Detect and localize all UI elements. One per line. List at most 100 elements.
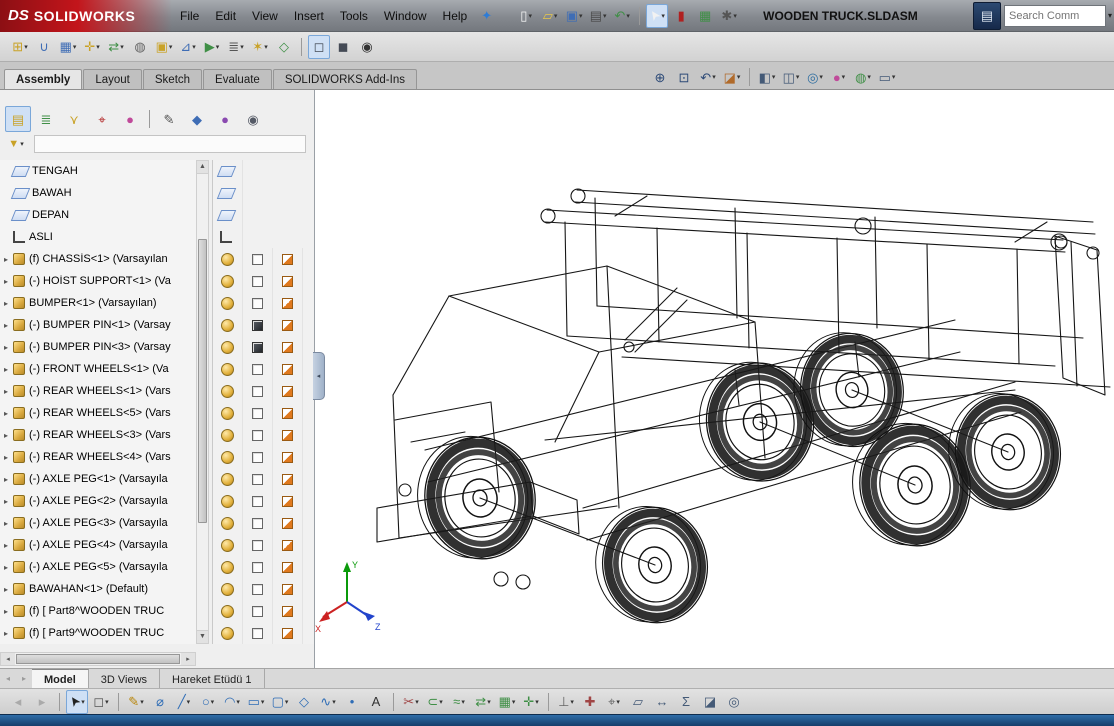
display-pane-cell[interactable] — [273, 556, 303, 578]
display-pane-row[interactable] — [213, 446, 314, 468]
tree-item[interactable]: ASLI — [0, 226, 196, 248]
shaded-display-icon[interactable]: ◼ — [332, 35, 354, 59]
display-pane-row[interactable] — [213, 424, 314, 446]
expand-arrow-icon[interactable]: ▸ — [0, 255, 12, 264]
display-style-icon[interactable]: ◫ ▾ — [780, 65, 802, 89]
display-pane-cell[interactable] — [273, 336, 303, 358]
display-pane-cell[interactable] — [243, 512, 273, 534]
save-icon[interactable]: ▣ ▾ — [563, 4, 585, 28]
display-pane-cell[interactable] — [213, 578, 243, 600]
quick-snaps-icon[interactable]: ⌖ ▾ — [603, 690, 625, 714]
scroll-right-icon[interactable]: ▸ — [181, 653, 195, 665]
expand-arrow-icon[interactable]: ▸ — [0, 365, 12, 374]
dimxpertmanager-icon[interactable]: ⌖ — [89, 106, 115, 132]
wheel[interactable] — [587, 497, 717, 632]
display-pane-cell[interactable] — [213, 336, 243, 358]
expand-arrow-icon[interactable]: ▸ — [0, 321, 12, 330]
section-view-icon[interactable]: ◪ ▾ — [721, 65, 743, 89]
polygon-icon[interactable]: ◇ — [293, 690, 315, 714]
display-pane-row[interactable] — [213, 226, 314, 248]
mate-icon[interactable]: ∪ — [33, 35, 55, 59]
filter-icon[interactable]: ▼ ▾ — [5, 132, 27, 156]
display-pane-row[interactable] — [213, 358, 314, 380]
display-pane-cell[interactable] — [243, 578, 273, 600]
display-pane-cell[interactable] — [243, 402, 273, 424]
display-pane-cell[interactable] — [273, 270, 303, 292]
zoom-to-area-icon[interactable]: ⊡ — [673, 65, 695, 89]
display-pane-row[interactable] — [213, 270, 314, 292]
sketch-icon[interactable]: ✎ ▾ — [125, 690, 147, 714]
search-dropdown-icon[interactable]: ▾ — [1108, 11, 1112, 20]
select-tool-icon[interactable]: ➤ ▾ — [65, 689, 88, 714]
display-pane-row[interactable] — [213, 468, 314, 490]
view-orientation-icon[interactable]: ◧ ▾ — [756, 65, 778, 89]
display-pane-cell[interactable] — [213, 248, 243, 270]
display-pane-cell[interactable] — [243, 424, 273, 446]
solid-body-icon[interactable]: ◆ — [184, 106, 210, 132]
tree-item[interactable]: ▸ (f) [ Part8^WOODEN TRUC — [0, 600, 196, 622]
propertymanager-icon[interactable]: ≣ — [33, 106, 59, 132]
display-pane-cell[interactable] — [213, 600, 243, 622]
menu-edit[interactable]: Edit — [207, 9, 244, 23]
graphics-area[interactable]: X Y Z — [315, 90, 1114, 668]
display-pane-cell[interactable] — [243, 292, 273, 314]
display-pane-cell[interactable] — [213, 380, 243, 402]
panel-collapse-handle[interactable]: ◂ — [313, 352, 325, 400]
display-pane-cell[interactable] — [213, 160, 243, 182]
display-pane-cell[interactable] — [273, 512, 303, 534]
expand-arrow-icon[interactable]: ▸ — [0, 431, 12, 440]
display-pane-cell[interactable] — [213, 534, 243, 556]
undo-icon[interactable]: ↶ ▾ — [611, 4, 633, 28]
display-pane-cell[interactable] — [213, 468, 243, 490]
display-pane-cell[interactable] — [273, 490, 303, 512]
expand-arrow-icon[interactable]: ▸ — [0, 629, 12, 638]
smart-fasteners-icon[interactable]: ✛ ▾ — [81, 35, 103, 59]
expand-arrow-icon[interactable]: ▸ — [0, 409, 12, 418]
expand-arrow-icon[interactable]: ▸ — [0, 475, 12, 484]
display-pane-cell[interactable] — [213, 226, 243, 248]
open-icon[interactable]: ▱ ▾ — [539, 4, 561, 28]
display-pane-cell[interactable] — [273, 468, 303, 490]
display-pane-cell[interactable] — [213, 446, 243, 468]
display-pane-cell[interactable] — [213, 622, 243, 644]
menu-window[interactable]: Window — [376, 9, 435, 23]
tree-item[interactable]: ▸ (-) REAR WHEELS<1> (Vars — [0, 380, 196, 402]
display-pane-row[interactable] — [213, 512, 314, 534]
scroll-down-icon[interactable]: ▼ — [197, 630, 208, 643]
display-pane-cell[interactable] — [243, 600, 273, 622]
line-icon[interactable]: ╱ ▾ — [173, 690, 195, 714]
tab-solidworks-add-ins[interactable]: SOLIDWORKS Add-Ins — [272, 69, 417, 89]
menu-file[interactable]: File — [172, 9, 207, 23]
expand-arrow-icon[interactable]: ▸ — [0, 585, 12, 594]
display-pane-row[interactable] — [213, 248, 314, 270]
tree-item[interactable]: ▸ BAWAHAN<1> (Default) — [0, 578, 196, 600]
previous-view-icon[interactable]: ↶ ▾ — [697, 65, 719, 89]
display-pane-cell[interactable] — [273, 292, 303, 314]
display-pane-cell[interactable] — [213, 402, 243, 424]
tab-assembly[interactable]: Assembly — [4, 69, 83, 89]
display-relations-icon[interactable]: ⊥ ▾ — [555, 690, 577, 714]
display-pane-cell[interactable] — [243, 270, 273, 292]
tree-item[interactable]: BAWAH — [0, 182, 196, 204]
show-hidden-components-icon[interactable]: ◍ — [129, 35, 151, 59]
display-pane-cell[interactable] — [273, 446, 303, 468]
menu-tools[interactable]: Tools — [332, 9, 376, 23]
tab-sketch[interactable]: Sketch — [142, 69, 203, 89]
tree-item[interactable]: ▸ (-) AXLE PEG<2> (Varsayıla — [0, 490, 196, 512]
display-pane-cell[interactable] — [243, 248, 273, 270]
display-pane-cell[interactable] — [243, 556, 273, 578]
truck-wireframe[interactable] — [376, 188, 1111, 590]
search-panel-icon[interactable]: ▤ — [972, 1, 1001, 30]
expand-arrow-icon[interactable]: ▸ — [0, 453, 12, 462]
point-icon[interactable]: • — [341, 690, 363, 714]
tree-item[interactable]: ▸ BUMPER<1> (Varsayılan) — [0, 292, 196, 314]
display-pane-row[interactable] — [213, 336, 314, 358]
circle-icon[interactable]: ○ ▾ — [197, 690, 219, 714]
display-pane-cell[interactable] — [213, 292, 243, 314]
tab-scroll-right-icon[interactable]: ▸ — [16, 669, 32, 688]
reference-geometry-icon[interactable]: ⊿ ▾ — [177, 35, 199, 59]
insert-components-icon[interactable]: ⊞ ▾ — [9, 35, 31, 59]
display-pane-row[interactable] — [213, 578, 314, 600]
tree-item[interactable]: ▸ (-) BUMPER PIN<1> (Varsay — [0, 314, 196, 336]
tree-item[interactable]: ▸ (-) BUMPER PIN<3> (Varsay — [0, 336, 196, 358]
